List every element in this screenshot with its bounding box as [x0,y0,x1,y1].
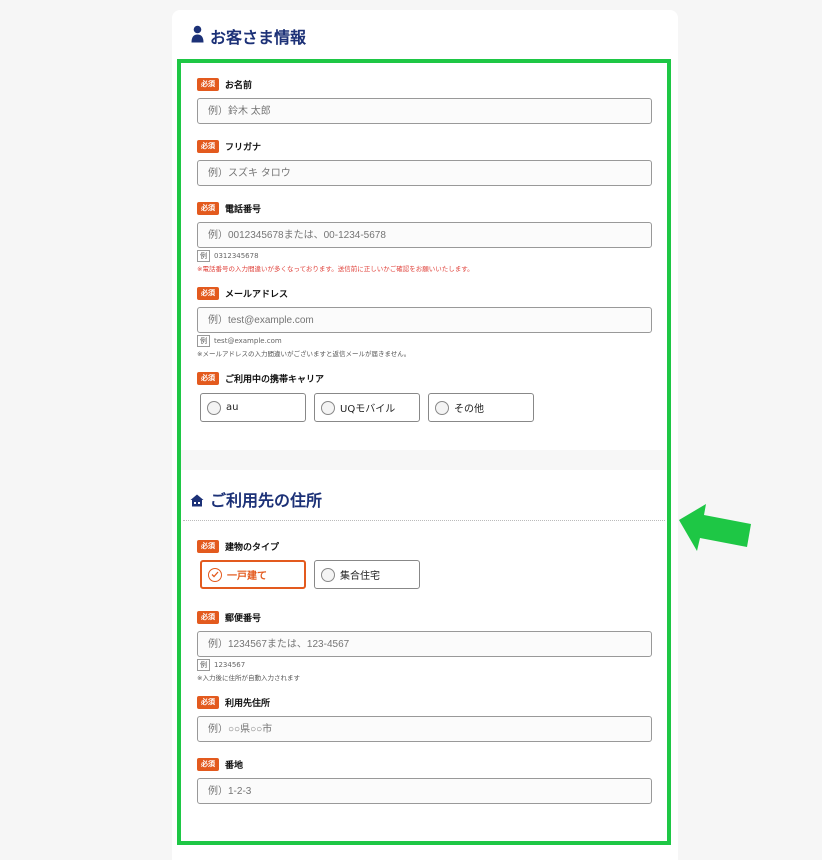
required-badge: 必須 [197,695,219,709]
email-note: ※メールアドレスの入力間違いがございますと返信メールが届きません。 [197,350,411,358]
radio-circle-icon [321,400,335,415]
kana-label: フリガナ [225,142,262,153]
check-circle-icon [208,567,222,582]
section-divider [183,520,665,521]
building-option-apartment[interactable]: 集合住宅 [314,560,420,589]
street-label: 番地 [225,760,244,771]
house-icon [190,492,204,511]
section-gap [181,450,667,470]
required-badge: 必須 [197,286,219,300]
address-input[interactable] [197,716,652,742]
name-field: 必須 お名前 [197,77,652,124]
phone-note: ※電話番号の入力間違いが多くなっております。送信前に正しいかご確認をお願いいたし… [197,265,474,273]
carrier-option-uq[interactable]: UQモバイル [314,393,420,422]
postal-label: 郵便番号 [225,613,262,624]
postal-field: 必須郵便番号 例 1234567 ※入力後に住所が自動入力されます [197,610,652,682]
customer-section-title-text: お客さま情報 [210,28,307,47]
required-badge: 必須 [197,77,219,91]
required-badge: 必須 [197,757,219,771]
carrier-option-label: その他 [454,404,484,415]
example-badge: 例 [197,659,210,671]
customer-section-title: お客さま情報 [191,24,306,48]
carrier-option-other[interactable]: その他 [428,393,534,422]
street-input[interactable] [197,778,652,804]
phone-field: 必須電話番号 例 0312345678 ※電話番号の入力間違いが多くなっております… [197,201,652,273]
email-example: test@example.com [214,337,282,345]
street-field: 必須 番地 [197,757,652,804]
carrier-option-label: UQモバイル [340,404,396,415]
phone-input[interactable] [197,222,652,248]
required-badge: 必須 [197,371,219,385]
address-section-title: ご利用先の住所 [190,486,322,511]
address-field: 必須 利用先住所 [197,695,652,742]
person-icon [191,25,204,47]
postal-note: ※入力後に住所が自動入力されます [197,674,300,682]
address-label: 利用先住所 [225,698,271,709]
building-label: 建物のタイプ [225,542,280,553]
postal-example: 1234567 [214,661,246,669]
email-field: 必須メールアドレス 例 test@example.com ※メールアドレスの入力間… [197,286,652,358]
carrier-option-au[interactable]: au [200,393,306,422]
building-option-house[interactable]: 一戸建て [200,560,306,589]
radio-circle-icon [207,400,221,415]
required-badge: 必須 [197,139,219,153]
carrier-option-label: au [226,402,239,413]
phone-label: 電話番号 [225,204,262,215]
name-label: お名前 [225,80,253,91]
annotation-arrow-icon [678,503,754,559]
address-section-title-text: ご利用先の住所 [210,490,323,510]
example-badge: 例 [197,250,210,262]
carrier-field: 必須 ご利用中の携帯キャリア au UQモバイル その他 [197,371,652,422]
required-badge: 必須 [197,610,219,624]
building-option-label: 一戸建て [227,571,267,582]
postal-input[interactable] [197,631,652,657]
email-input[interactable] [197,307,652,333]
phone-example: 0312345678 [214,252,259,260]
example-badge: 例 [197,335,210,347]
kana-input[interactable] [197,160,652,186]
email-label: メールアドレス [225,289,289,300]
radio-circle-icon [321,567,335,582]
required-badge: 必須 [197,201,219,215]
carrier-label: ご利用中の携帯キャリア [225,374,325,385]
required-badge: 必須 [197,539,219,553]
radio-circle-icon [435,400,449,415]
building-field: 必須 建物のタイプ 一戸建て 集合住宅 [197,539,652,589]
name-input[interactable] [197,98,652,124]
building-option-label: 集合住宅 [340,571,380,582]
kana-field: 必須 フリガナ [197,139,652,186]
